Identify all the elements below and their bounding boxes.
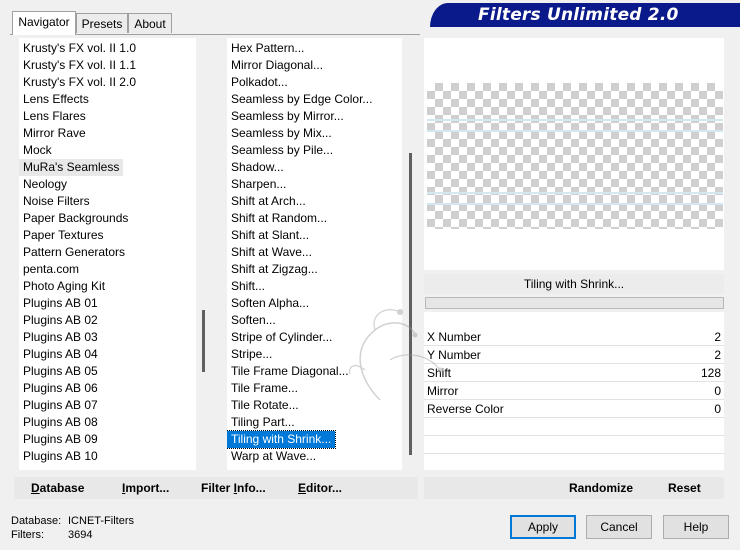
editor-button[interactable]: Editor... (298, 479, 342, 497)
filter-list-item[interactable]: Seamless by Mix... (227, 125, 336, 142)
preview-stripe (427, 130, 723, 132)
database-button-label: atabase (39, 481, 85, 495)
filter-list-item[interactable]: Sharpen... (227, 176, 290, 193)
current-filter-name: Tiling with Shrink... (424, 274, 724, 294)
filter-list-item[interactable]: Warp at Wave... (227, 448, 320, 465)
filter-list-item[interactable]: Stripe... (227, 346, 276, 363)
category-list-item[interactable]: Plugins AB 09 (19, 431, 102, 448)
param-row-reverse-color[interactable]: Reverse Color 0 (424, 400, 724, 418)
filter-info-button[interactable]: Filter Info... (201, 479, 266, 497)
param-row-x-number[interactable]: X Number 2 (424, 328, 724, 346)
param-value[interactable]: 128 (701, 364, 721, 382)
category-list-item[interactable]: Plugins AB 05 (19, 363, 102, 380)
filter-list-item[interactable]: Shift at Arch... (227, 193, 310, 210)
filter-list-item[interactable]: Seamless by Pile... (227, 142, 337, 159)
param-divider (424, 435, 724, 436)
filter-list-item[interactable]: Soften Alpha... (227, 295, 313, 312)
filter-list-item[interactable]: Shift at Zigzag... (227, 261, 322, 278)
param-row-mirror[interactable]: Mirror 0 (424, 382, 724, 400)
param-value[interactable]: 0 (714, 400, 721, 418)
category-list-item[interactable]: Noise Filters (19, 193, 94, 210)
category-list-item[interactable]: Lens Flares (19, 108, 90, 125)
filter-list-item[interactable]: Shift at Wave... (227, 244, 316, 261)
database-button-mnemonic: D (31, 481, 40, 495)
preview-image (427, 83, 723, 229)
filter-list-item[interactable]: Tiling Part... (227, 414, 299, 431)
filter-list-item[interactable]: Shift at Slant... (227, 227, 313, 244)
watermark-flourish (349, 309, 443, 401)
filter-list-item[interactable]: Shift... (227, 278, 269, 295)
param-divider (424, 453, 724, 454)
category-list-item[interactable]: Plugins AB 01 (19, 295, 102, 312)
tab-about[interactable]: About (128, 13, 172, 33)
import-button-label: mport... (125, 481, 170, 495)
status-filters-value: 3694 (68, 529, 93, 541)
filter-info-button-label: nfo... (237, 481, 266, 495)
randomize-button[interactable]: Randomize (569, 479, 633, 497)
param-value[interactable]: 0 (714, 382, 721, 400)
tab-navigator[interactable]: Navigator (12, 11, 76, 35)
filter-list-item[interactable]: Tile Rotate... (227, 397, 303, 414)
category-list-item[interactable]: Plugins AB 07 (19, 397, 102, 414)
param-value[interactable]: 2 (714, 346, 721, 364)
filter-info-button-prefix: Filter (201, 481, 234, 495)
help-button[interactable]: Help (663, 515, 729, 539)
category-list-item[interactable]: Krusty's FX vol. II 1.1 (19, 57, 140, 74)
category-list-item[interactable]: Lens Effects (19, 91, 93, 108)
cancel-button[interactable]: Cancel (586, 515, 652, 539)
param-value[interactable]: 2 (714, 328, 721, 346)
filter-list-item[interactable]: Tile Frame... (227, 380, 302, 397)
preview-stripe (427, 203, 723, 205)
status-filters-label: Filters: (11, 529, 44, 541)
category-scrollbar-thumb[interactable] (202, 310, 205, 372)
filter-list-item[interactable]: Shadow... (227, 159, 288, 176)
filter-list-item[interactable]: Soften... (227, 312, 280, 329)
category-list-item[interactable]: Paper Textures (19, 227, 108, 244)
preview-stripe (427, 192, 723, 194)
import-button[interactable]: Import... (122, 479, 169, 497)
category-list-item[interactable]: Krusty's FX vol. II 2.0 (19, 74, 140, 91)
status-database-label: Database: (11, 515, 62, 527)
filter-list-item[interactable]: Seamless by Edge Color... (227, 91, 376, 108)
category-list-item[interactable]: Plugins AB 02 (19, 312, 102, 329)
filter-list-item[interactable]: Polkadot... (227, 74, 292, 91)
editor-button-mnemonic: E (298, 481, 307, 495)
filter-list-item[interactable]: Seamless by Mirror... (227, 108, 348, 125)
category-list-item[interactable]: Plugins AB 10 (19, 448, 102, 465)
app-title: Filters Unlimited 2.0 (478, 5, 679, 25)
category-list-item[interactable]: Paper Backgrounds (19, 210, 132, 227)
apply-button[interactable]: Apply (510, 515, 576, 539)
progress-bar (425, 297, 724, 309)
category-list-item[interactable]: Plugins AB 04 (19, 346, 102, 363)
category-list-item[interactable]: Photo Aging Kit (19, 278, 109, 295)
preview-stripe (427, 119, 723, 121)
status-database-value: ICNET-Filters (68, 515, 134, 527)
category-list-item[interactable]: Pattern Generators (19, 244, 129, 261)
category-list-item[interactable]: Neology (19, 176, 71, 193)
category-list-item[interactable]: Mirror Rave (19, 125, 90, 142)
filter-list-item[interactable]: Hex Pattern... (227, 40, 308, 57)
filter-list-item[interactable]: Mirror Diagonal... (227, 57, 327, 74)
category-list-item[interactable]: MuRa's Seamless (19, 159, 124, 176)
category-list-item[interactable]: Plugins AB 08 (19, 414, 102, 431)
category-list-item[interactable]: Plugins AB 03 (19, 329, 102, 346)
category-list-item[interactable]: Mock (19, 142, 56, 159)
filter-list-item[interactable]: Tiling with Shrink... (227, 430, 337, 449)
editor-button-label: ditor... (306, 481, 343, 495)
reset-button[interactable]: Reset (668, 479, 701, 497)
category-list-item[interactable]: penta.com (19, 261, 83, 278)
param-row-shift[interactable]: Shift 128 (424, 364, 724, 382)
category-list[interactable]: Krusty's FX vol. II 1.0 Krusty's FX vol. … (19, 38, 196, 470)
filter-list-item[interactable]: Shift at Random... (227, 210, 331, 227)
param-row-y-number[interactable]: Y Number 2 (424, 346, 724, 364)
category-scrollbar[interactable] (196, 38, 212, 470)
category-list-item[interactable]: Krusty's FX vol. II 1.0 (19, 40, 140, 57)
tab-presets[interactable]: Presets (76, 13, 128, 33)
category-list-item[interactable]: Plugins AB 06 (19, 380, 102, 397)
database-button[interactable]: Database (31, 479, 84, 497)
